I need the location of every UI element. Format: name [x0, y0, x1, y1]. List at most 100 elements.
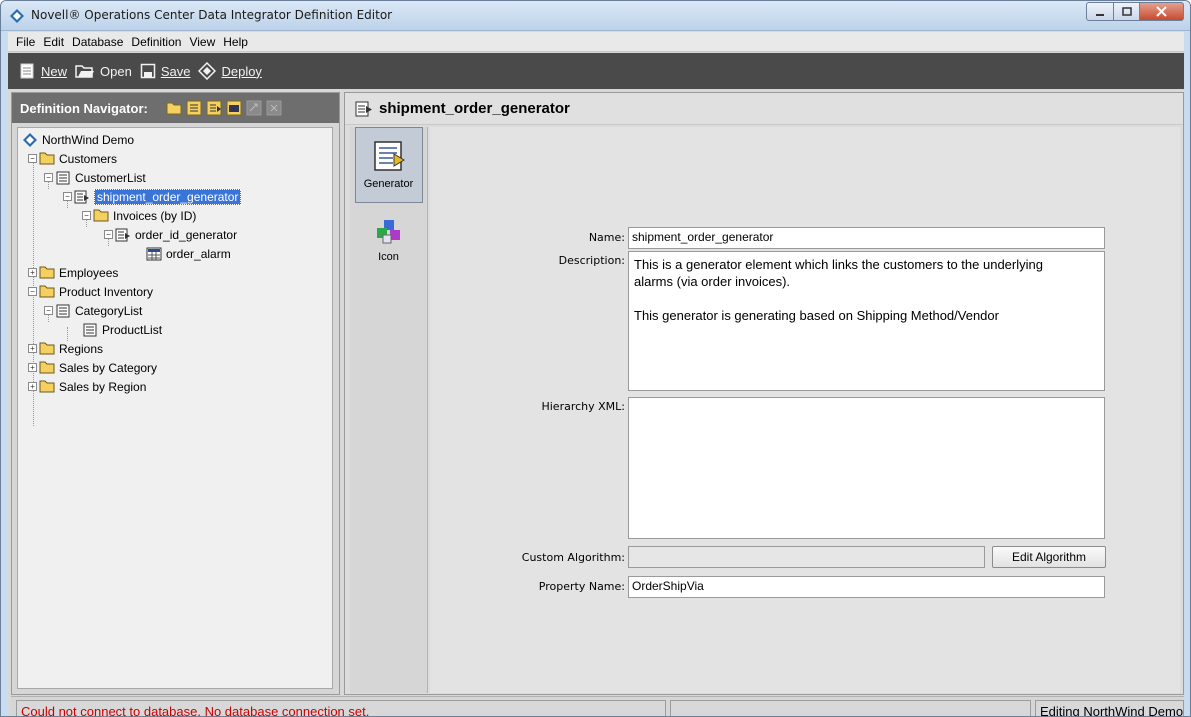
window-title: Novell® Operations Center Data Integrato…	[31, 8, 393, 22]
tab-icon-label: Icon	[378, 251, 399, 263]
tree-node-sales-by-category[interactable]: + Sales by Category	[18, 358, 332, 377]
new-alarm-icon[interactable]	[226, 100, 242, 116]
toolbar: New Open Save Deploy	[8, 53, 1184, 89]
navigator-tree: NorthWind Demo − Customers − CustomerLis…	[17, 127, 333, 689]
maximize-button[interactable]	[1114, 2, 1140, 21]
tree-node-customerlist[interactable]: − CustomerList	[18, 168, 332, 187]
tree-node-customers[interactable]: − Customers	[18, 149, 332, 168]
deploy-button[interactable]: Deploy	[198, 62, 262, 80]
menu-file[interactable]: File	[12, 35, 39, 49]
tree-node-root[interactable]: NorthWind Demo	[18, 130, 332, 149]
folder-icon	[39, 265, 55, 281]
tree-node-product-inventory[interactable]: − Product Inventory	[18, 282, 332, 301]
hierarchy-xml-field[interactable]	[628, 397, 1105, 539]
name-field[interactable]: shipment_order_generator	[628, 227, 1105, 249]
collapse-toggle[interactable]: −	[63, 192, 72, 201]
tree-label: order_id_generator	[135, 227, 238, 242]
menu-definition[interactable]: Definition	[127, 35, 185, 49]
tab-generator[interactable]: Generator	[354, 127, 423, 203]
description-field[interactable]: This is a generator element which links …	[628, 251, 1105, 391]
tree-node-order-id-generator[interactable]: − order_id_generator	[18, 225, 332, 244]
save-label: Save	[160, 63, 191, 79]
list-icon	[55, 170, 71, 186]
folder-icon	[39, 360, 55, 376]
menu-bar: File Edit Database Definition View Help	[8, 32, 1184, 52]
close-icon	[1156, 6, 1167, 17]
folder-icon	[39, 284, 55, 300]
tree-label: Sales by Region	[59, 379, 147, 394]
menu-help[interactable]: Help	[219, 35, 252, 49]
minimize-icon	[1096, 13, 1104, 16]
window-controls	[1086, 2, 1184, 21]
editor-title: shipment_order_generator	[379, 100, 570, 117]
tree-node-categorylist[interactable]: − CategoryList	[18, 301, 332, 320]
minimize-button[interactable]	[1086, 2, 1114, 21]
tree-node-sales-by-region[interactable]: + Sales by Region	[18, 377, 332, 396]
expand-toggle[interactable]: +	[28, 363, 37, 372]
definition-navigator: Definition Navigator: NorthWind Demo − C…	[11, 92, 340, 695]
tree-node-shipment-order-generator[interactable]: − shipment_order_generator	[18, 187, 332, 206]
folder-open-icon	[75, 65, 95, 78]
name-label: Name:	[588, 231, 625, 244]
list-icon	[55, 303, 71, 319]
new-button[interactable]: New	[18, 62, 67, 80]
save-button[interactable]: Save	[140, 63, 191, 79]
navigator-tools	[166, 100, 286, 116]
generator-icon	[373, 141, 405, 171]
property-name-field[interactable]: OrderShipVia	[628, 576, 1105, 598]
folder-icon	[39, 151, 55, 167]
collapse-toggle[interactable]: −	[104, 230, 113, 239]
tree-label: NorthWind Demo	[42, 132, 135, 147]
tree-label: CategoryList	[75, 303, 143, 318]
move-icon	[246, 100, 262, 116]
new-folder-icon[interactable]	[166, 100, 182, 116]
tree-label: shipment_order_generator	[94, 188, 242, 205]
diamond-icon	[22, 132, 38, 148]
expand-toggle[interactable]: +	[28, 268, 37, 277]
tree-label: Invoices (by ID)	[113, 208, 197, 223]
generator-icon	[115, 227, 131, 243]
save-icon	[140, 63, 156, 79]
editor-header: shipment_order_generator	[345, 93, 1183, 125]
tree-node-regions[interactable]: + Regions	[18, 339, 332, 358]
tab-icon[interactable]: Icon	[355, 203, 423, 279]
deploy-label: Deploy	[221, 63, 262, 79]
status-editing: Editing NorthWind Demo	[1035, 700, 1184, 716]
collapse-toggle[interactable]: −	[28, 154, 37, 163]
close-button[interactable]	[1140, 2, 1184, 21]
status-middle	[670, 700, 1031, 716]
maximize-icon	[1121, 6, 1132, 16]
navigator-title: Definition Navigator:	[20, 100, 148, 116]
menu-edit[interactable]: Edit	[39, 35, 68, 49]
menu-view[interactable]: View	[185, 35, 219, 49]
expand-toggle[interactable]: +	[28, 344, 37, 353]
tree-node-invoices[interactable]: − Invoices (by ID)	[18, 206, 332, 225]
edit-algorithm-button[interactable]: Edit Algorithm	[992, 546, 1106, 568]
collapse-toggle[interactable]: −	[82, 211, 91, 220]
custom-algorithm-field	[628, 546, 985, 568]
alarm-table-icon	[146, 246, 162, 262]
open-button[interactable]: Open	[75, 63, 132, 79]
editor-tabs: Generator Icon	[350, 127, 428, 693]
tree-node-employees[interactable]: + Employees	[18, 263, 332, 282]
custom-algorithm-label: Custom Algorithm:	[521, 551, 625, 564]
collapse-toggle[interactable]: −	[28, 287, 37, 296]
menu-database[interactable]: Database	[68, 35, 127, 49]
generator-form: Name: shipment_order_generator Descripti…	[430, 127, 1180, 693]
description-label: Description:	[558, 254, 625, 267]
expand-toggle[interactable]: +	[28, 382, 37, 391]
tree-label: Employees	[59, 265, 119, 280]
tree-label: Regions	[59, 341, 104, 356]
collapse-toggle[interactable]: −	[44, 173, 53, 182]
folder-icon	[39, 341, 55, 357]
editor-panel: shipment_order_generator Generator Icon …	[344, 92, 1184, 695]
tree-node-order-alarm[interactable]: order_alarm	[18, 244, 332, 263]
app-icon	[9, 8, 25, 24]
app-window: Novell® Operations Center Data Integrato…	[0, 0, 1191, 717]
new-list-icon[interactable]	[186, 100, 202, 116]
title-bar: Novell® Operations Center Data Integrato…	[1, 1, 1190, 31]
tree-node-productlist[interactable]: ProductList	[18, 320, 332, 339]
new-generator-icon[interactable]	[206, 100, 222, 116]
collapse-toggle[interactable]: −	[44, 306, 53, 315]
deploy-icon	[198, 62, 217, 80]
